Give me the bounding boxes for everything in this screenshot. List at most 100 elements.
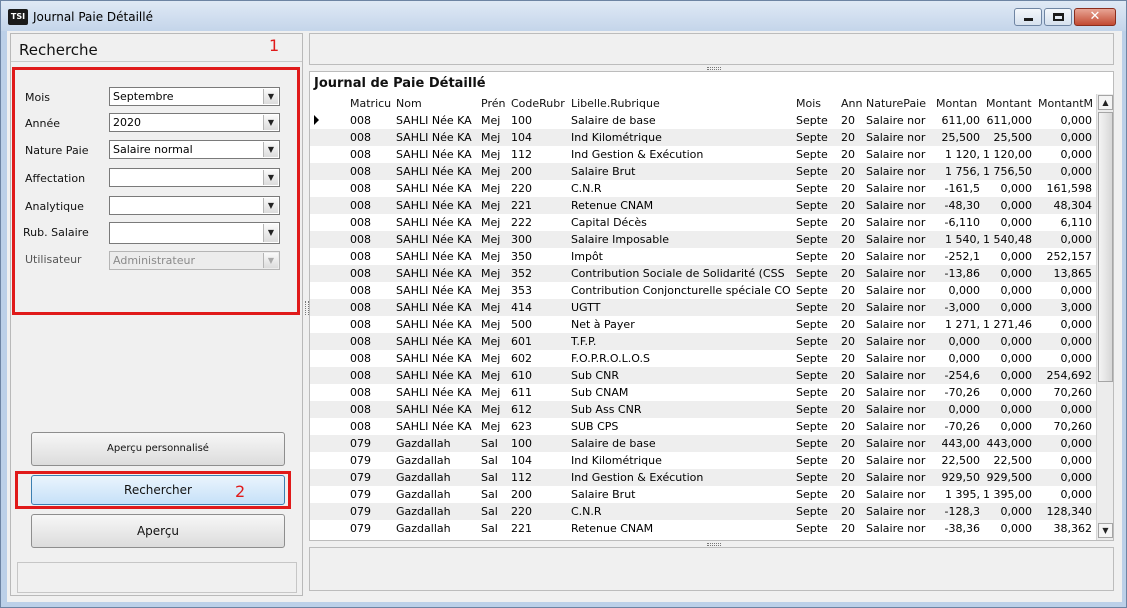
table-cell[interactable]: SAHLI Née KA: [396, 216, 480, 229]
nature-paie-select[interactable]: Salaire normal ▼: [109, 140, 280, 159]
table-cell[interactable]: 1 540,: [934, 233, 980, 246]
table-cell[interactable]: SAHLI Née KA: [396, 403, 480, 416]
table-cell[interactable]: Gazdallah: [396, 522, 480, 535]
table-cell[interactable]: 008: [350, 420, 394, 433]
table-cell[interactable]: Salaire nor: [866, 267, 934, 280]
table-cell[interactable]: Salaire Brut: [571, 165, 793, 178]
column-header[interactable]: MontantM: [1038, 97, 1094, 110]
table-cell[interactable]: Septe: [796, 352, 836, 365]
table-cell[interactable]: Mej: [481, 403, 510, 416]
table-cell[interactable]: SAHLI Née KA: [396, 199, 480, 212]
table-cell[interactable]: Septe: [796, 233, 836, 246]
table-cell[interactable]: SAHLI Née KA: [396, 335, 480, 348]
table-cell[interactable]: 623: [511, 420, 561, 433]
table-row[interactable]: 008 SAHLI Née KA Mej 104 Ind Kilométrique Sep…: [310, 129, 1096, 146]
table-cell[interactable]: UGTT: [571, 301, 793, 314]
table-row[interactable]: 079 Gazdallah Sal 220 C.N.R Septe 20 Salaire no…: [310, 503, 1096, 520]
table-cell[interactable]: 25,500: [982, 131, 1033, 144]
table-cell[interactable]: 20: [841, 505, 863, 518]
table-cell[interactable]: Septe: [796, 114, 836, 127]
table-cell[interactable]: Salaire nor: [866, 318, 934, 331]
column-header[interactable]: Mois: [796, 97, 836, 110]
table-cell[interactable]: 20: [841, 131, 863, 144]
table-cell[interactable]: 6,110: [1034, 216, 1093, 229]
column-header[interactable]: Montant: [986, 97, 1034, 110]
table-cell[interactable]: -161,5: [934, 182, 980, 195]
table-cell[interactable]: 0,000: [934, 335, 981, 348]
table-cell[interactable]: 0,000: [1034, 471, 1093, 484]
table-cell[interactable]: T.F.P.: [571, 335, 793, 348]
table-cell[interactable]: 20: [841, 369, 863, 382]
table-cell[interactable]: 414: [511, 301, 561, 314]
table-cell[interactable]: 20: [841, 250, 863, 263]
table-cell[interactable]: 20: [841, 114, 863, 127]
table-cell[interactable]: 20: [841, 233, 863, 246]
chevron-down-icon[interactable]: ▼: [263, 198, 278, 213]
table-row[interactable]: 079 Gazdallah Sal 100 Salaire de base Septe 20…: [310, 435, 1096, 452]
table-cell[interactable]: Retenue CNAM: [571, 522, 793, 535]
table-cell[interactable]: 0,000: [982, 199, 1033, 212]
table-cell[interactable]: -3,000: [934, 301, 980, 314]
table-cell[interactable]: SAHLI Née KA: [396, 284, 480, 297]
scroll-up-icon[interactable]: ▲: [1098, 95, 1113, 110]
table-row[interactable]: 079 Gazdallah Sal 200 Salaire Brut Septe 20 Sal…: [310, 486, 1096, 503]
scrollbar-thumb[interactable]: [1098, 112, 1113, 382]
table-cell[interactable]: 0,000: [934, 284, 981, 297]
table-cell[interactable]: 1 395,00: [982, 488, 1032, 501]
table-cell[interactable]: 20: [841, 267, 863, 280]
table-row[interactable]: 008 SAHLI Née KA Mej 612 Sub Ass CNR Septe 20 S…: [310, 401, 1096, 418]
table-cell[interactable]: 3,000: [1034, 301, 1093, 314]
table-cell[interactable]: 008: [350, 199, 394, 212]
table-cell[interactable]: 254,692: [1034, 369, 1093, 382]
table-row[interactable]: 008 SAHLI Née KA Mej 200 Salaire Brut Septe 20…: [310, 163, 1096, 180]
table-cell[interactable]: 0,000: [1034, 352, 1093, 365]
table-cell[interactable]: Salaire nor: [866, 386, 934, 399]
table-row[interactable]: 008 SAHLI Née KA Mej 100 Salaire de base Sept…: [310, 112, 1096, 129]
table-cell[interactable]: SAHLI Née KA: [396, 233, 480, 246]
table-cell[interactable]: Salaire nor: [866, 199, 934, 212]
table-cell[interactable]: 008: [350, 182, 394, 195]
table-cell[interactable]: 008: [350, 216, 394, 229]
table-cell[interactable]: Gazdallah: [396, 437, 480, 450]
table-cell[interactable]: 1 271,46: [982, 318, 1032, 331]
table-cell[interactable]: Salaire nor: [866, 420, 934, 433]
mois-select[interactable]: Septembre ▼: [109, 87, 280, 106]
table-cell[interactable]: Salaire nor: [866, 369, 934, 382]
table-cell[interactable]: Ind Kilométrique: [571, 454, 793, 467]
table-cell[interactable]: Impôt: [571, 250, 793, 263]
table-cell[interactable]: 20: [841, 165, 863, 178]
table-cell[interactable]: 079: [350, 454, 394, 467]
table-cell[interactable]: Salaire nor: [866, 301, 934, 314]
table-cell[interactable]: Mej: [481, 148, 510, 161]
table-cell[interactable]: 1 395,: [934, 488, 980, 501]
table-cell[interactable]: C.N.R: [571, 505, 793, 518]
table-row[interactable]: 008 SAHLI Née KA Mej 352 Contribution Social…: [310, 265, 1096, 282]
table-cell[interactable]: Septe: [796, 131, 836, 144]
table-cell[interactable]: 300: [511, 233, 561, 246]
table-cell[interactable]: Gazdallah: [396, 454, 480, 467]
table-cell[interactable]: Mej: [481, 182, 510, 195]
apercu-personnalise-button[interactable]: Aperçu personnalisé: [31, 432, 285, 466]
table-cell[interactable]: SAHLI Née KA: [396, 386, 480, 399]
table-cell[interactable]: Septe: [796, 369, 836, 382]
table-cell[interactable]: Sal: [481, 488, 510, 501]
table-cell[interactable]: -48,30: [934, 199, 980, 212]
table-cell[interactable]: Septe: [796, 488, 836, 501]
table-cell[interactable]: 20: [841, 471, 863, 484]
table-cell[interactable]: Salaire nor: [866, 233, 934, 246]
table-cell[interactable]: 1 271,: [934, 318, 980, 331]
table-cell[interactable]: Septe: [796, 335, 836, 348]
table-cell[interactable]: SUB CPS: [571, 420, 793, 433]
table-cell[interactable]: Salaire Brut: [571, 488, 793, 501]
affectation-select[interactable]: ▼: [109, 168, 280, 187]
table-cell[interactable]: Salaire nor: [866, 505, 934, 518]
table-cell[interactable]: 008: [350, 301, 394, 314]
table-cell[interactable]: Septe: [796, 386, 836, 399]
table-cell[interactable]: 48,304: [1034, 199, 1093, 212]
table-cell[interactable]: 200: [511, 488, 561, 501]
table-cell[interactable]: 13,865: [1034, 267, 1093, 280]
table-cell[interactable]: 0,000: [1034, 233, 1093, 246]
table-cell[interactable]: Septe: [796, 420, 836, 433]
table-cell[interactable]: -13,86: [934, 267, 980, 280]
table-cell[interactable]: Mej: [481, 318, 510, 331]
